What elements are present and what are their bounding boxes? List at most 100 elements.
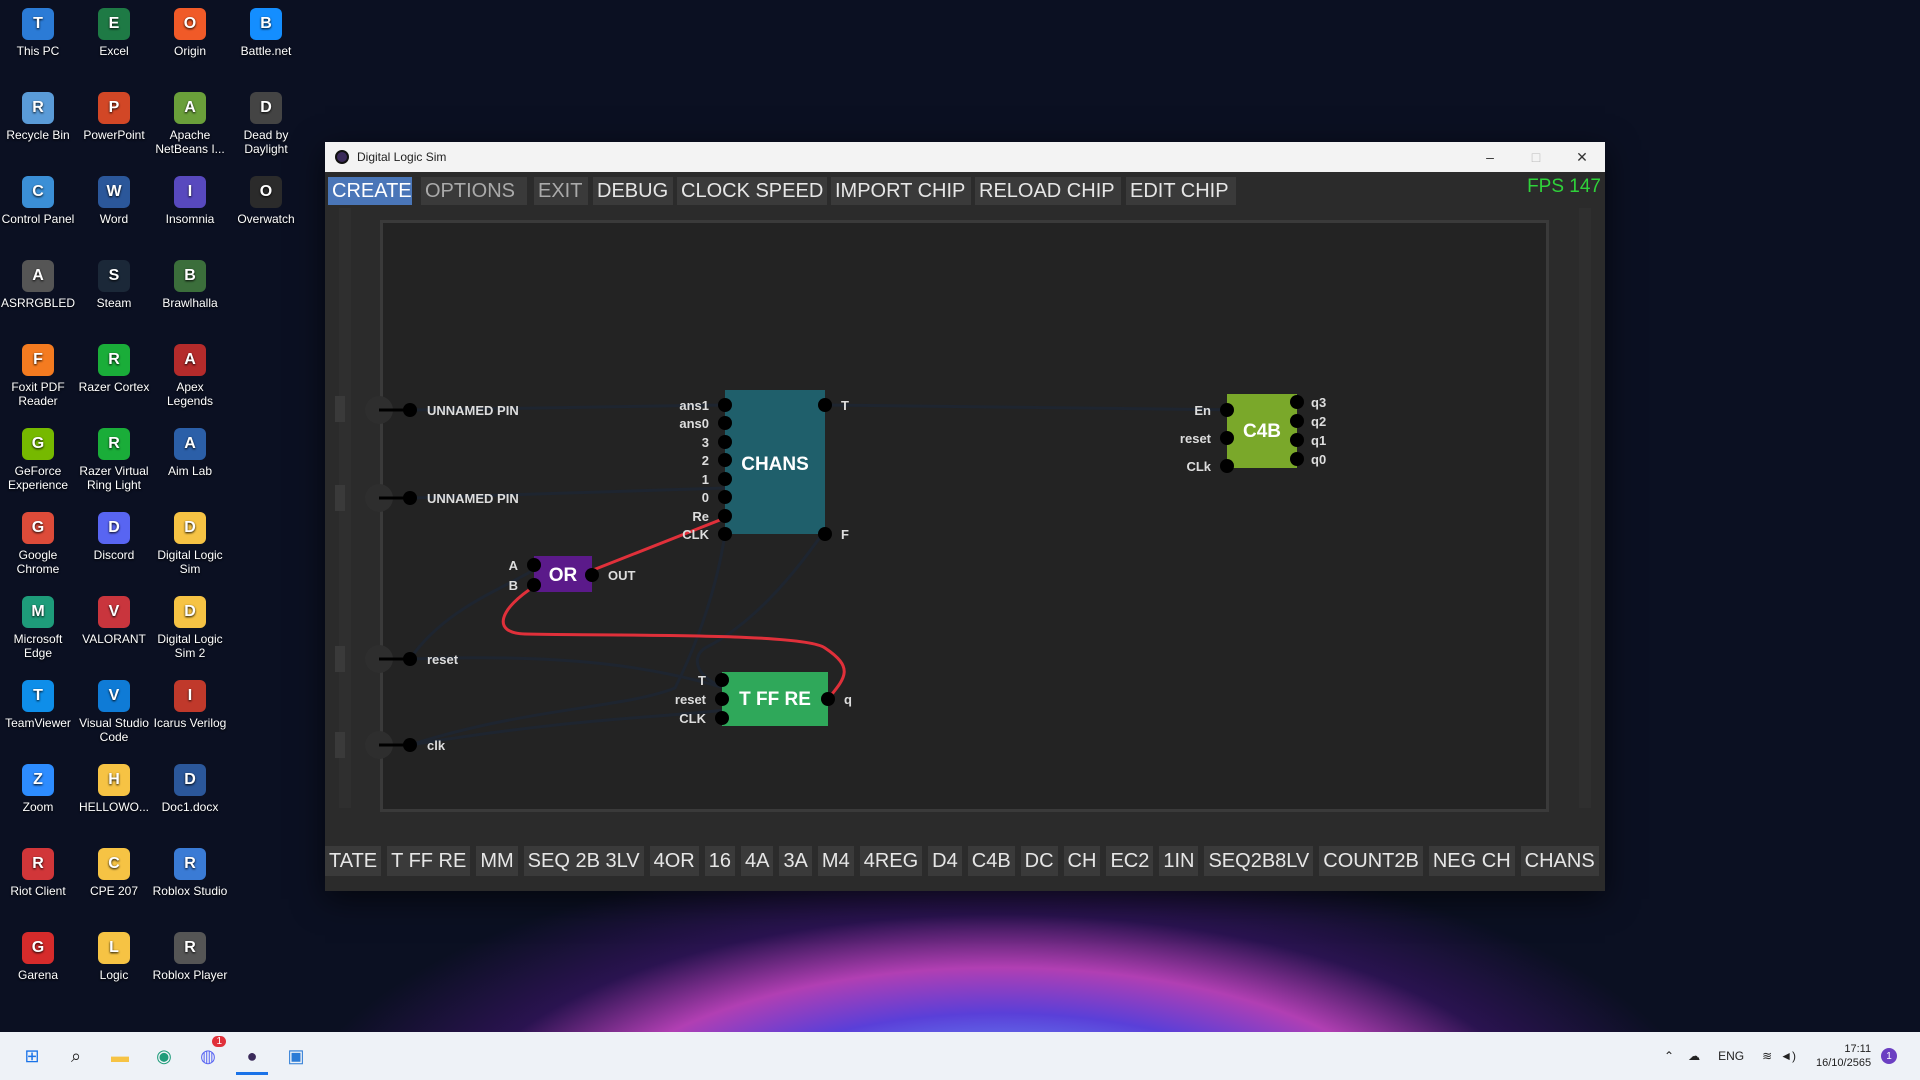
desktop-icon[interactable]: E Excel [76,8,152,58]
desktop-icon[interactable]: T TeamViewer [0,680,76,730]
chip-library-button[interactable]: NEG CH [1428,846,1515,876]
desktop-icon[interactable]: S Steam [76,260,152,310]
desktop-icon[interactable]: M Microsoft Edge [0,596,76,660]
desktop-icon[interactable]: L Logic [76,932,152,982]
desktop-icon[interactable]: D Discord [76,512,152,562]
chip-library-button[interactable]: DC [1020,846,1058,876]
chip-library-button[interactable]: SEQ 2B 3LV [523,846,644,876]
input-pins[interactable]: UNNAMED PIN UNNAMED PIN reset clk [335,396,519,759]
chip-library-button[interactable]: TATE [325,846,382,876]
desktop-icon[interactable]: W Word [76,176,152,226]
onedrive-icon[interactable]: ☁ [1688,1049,1700,1063]
desktop-icon[interactable]: D Doc1.docx [152,764,228,814]
input-pin-0[interactable]: UNNAMED PIN [335,396,519,424]
chip-library-button[interactable]: M4 [817,846,854,876]
notification-badge[interactable]: 1 [1881,1048,1898,1064]
window-titlebar[interactable]: Digital Logic Sim – □ ✕ [325,142,1605,172]
desktop-icon[interactable]: A ASRRGBLED [0,260,76,310]
input-pin-label[interactable]: UNNAMED PIN [427,403,519,418]
chip-library-button[interactable]: 16 [704,846,735,876]
input-pin-label[interactable]: reset [427,652,459,667]
desktop-icon[interactable]: D Digital Logic Sim 2 [152,596,228,660]
desktop-icon[interactable]: O Overwatch [228,176,304,226]
chip-library-button[interactable]: 4OR [649,846,699,876]
workspace[interactable]: UNNAMED PIN UNNAMED PIN reset clk CHANS … [325,208,1605,825]
chip-library-button[interactable]: MM [476,846,518,876]
clock[interactable]: 17:11 16/10/2565 [1816,1042,1871,1070]
desktop-icon[interactable]: G Garena [0,932,76,982]
wifi-icon[interactable]: ≋ [1762,1049,1772,1063]
desktop-icon[interactable]: G GeForce Experience [0,428,76,492]
discord-icon[interactable]: ◍ 1 [192,1036,226,1072]
desktop-icon[interactable]: P PowerPoint [76,92,152,142]
exit-button[interactable]: EXIT [534,177,588,205]
desktop-icon[interactable]: B Battle.net [228,8,304,58]
language-indicator[interactable]: ENG [1718,1049,1744,1063]
chip-library-button[interactable]: CH [1063,846,1101,876]
desktop-icon[interactable]: R Roblox Player [152,932,228,982]
input-pin-2[interactable]: reset [335,645,459,673]
volume-icon[interactable]: ◄) [1780,1049,1796,1063]
clock-speed-button[interactable]: CLOCK SPEED [677,177,827,205]
desktop-icon[interactable]: B Brawlhalla [152,260,228,310]
minimize-button[interactable]: – [1467,142,1513,172]
chip-library-button[interactable]: 3A [779,846,812,876]
desktop-icon[interactable]: R Razer Cortex [76,344,152,394]
desktop-icon[interactable]: V Visual Studio Code [76,680,152,744]
desktop-icon[interactable]: H HELLOWO... [76,764,152,814]
input-pin-3[interactable]: clk [335,731,446,759]
file-explorer-icon[interactable]: ▬ [104,1040,136,1072]
desktop-icon[interactable]: D Dead by Daylight [228,92,304,156]
input-pin-label[interactable]: clk [427,738,446,753]
desktop-icon[interactable]: V VALORANT [76,596,152,646]
reload-chip-button[interactable]: RELOAD CHIP [975,177,1121,205]
chip-library-button[interactable]: CHANS [1520,846,1599,876]
desktop-icon[interactable]: R Riot Client [0,848,76,898]
desktop-icon[interactable]: A Apex Legends [152,344,228,408]
debug-button[interactable]: DEBUG [593,177,673,205]
windows-start-icon[interactable]: ⊞ [16,1040,48,1072]
desktop-icon[interactable]: C Control Panel [0,176,76,226]
desktop-icon[interactable]: A Apache NetBeans I... [152,92,228,156]
desktop-icon[interactable]: C CPE 207 [76,848,152,898]
desktop-icon[interactable]: R Roblox Studio [152,848,228,898]
desktop-icon[interactable]: G Google Chrome [0,512,76,576]
chip-library-button[interactable]: SEQ2B8LV [1204,846,1314,876]
search-icon[interactable]: ⌕ [60,1040,92,1072]
chip-library-button[interactable]: EC2 [1106,846,1154,876]
desktop-icon[interactable]: O Origin [152,8,228,58]
circuit-canvas[interactable]: UNNAMED PIN UNNAMED PIN reset clk CHANS … [325,208,1605,825]
input-pin-label[interactable]: UNNAMED PIN [427,491,519,506]
digital-logic-sim-icon[interactable]: ● [236,1040,268,1075]
desktop-icon[interactable]: D Digital Logic Sim [152,512,228,576]
chip-library-button[interactable]: COUNT2B [1319,846,1423,876]
desktop-icon[interactable]: I Insomnia [152,176,228,226]
discord-badge: 1 [212,1036,226,1047]
maximize-button[interactable]: □ [1513,142,1559,172]
desktop-icon[interactable]: T This PC [0,8,76,58]
options-button[interactable]: OPTIONS [421,177,527,205]
edit-chip-button[interactable]: EDIT CHIP [1126,177,1236,205]
chip-t-ff-re[interactable]: T FF RE T reset CLK q [675,672,852,726]
desktop-icon[interactable]: R Razer Virtual Ring Light [76,428,152,492]
desktop-icon[interactable]: Z Zoom [0,764,76,814]
edge-icon[interactable]: ◉ [148,1040,180,1072]
create-button[interactable]: CREATE [328,177,412,205]
photos-icon[interactable]: ▣ [280,1040,312,1072]
input-pin-1[interactable]: UNNAMED PIN [335,484,519,512]
desktop-icon[interactable]: A Aim Lab [152,428,228,478]
chevron-up-icon[interactable]: ⌃ [1664,1049,1674,1063]
chip-library-button[interactable]: 1IN [1159,846,1199,876]
chip-library-button[interactable]: T FF RE [387,846,471,876]
chip-library-button[interactable]: 4REG [859,846,923,876]
chip-c4b[interactable]: C4B En reset CLk q3 q2 q1 q0 [1180,394,1326,474]
close-button[interactable]: ✕ [1559,142,1605,172]
desktop-icon[interactable]: I Icarus Verilog [152,680,228,730]
import-chip-button[interactable]: IMPORT CHIP [831,177,971,205]
chip-library-button[interactable]: D4 [928,846,962,876]
chip-library-button[interactable]: 4A [740,846,774,876]
desktop-icon[interactable]: F Foxit PDF Reader [0,344,76,408]
chip-chans[interactable]: CHANS ans1 ans0 3 2 1 0 Re CLK T F [679,390,849,542]
desktop-icon[interactable]: R Recycle Bin [0,92,76,142]
chip-library-button[interactable]: C4B [967,846,1015,876]
